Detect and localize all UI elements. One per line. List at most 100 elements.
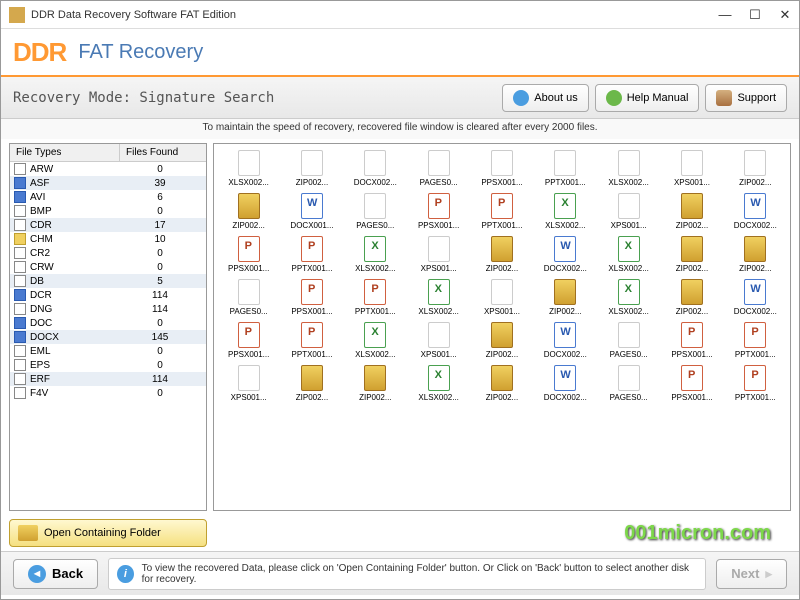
file-item[interactable]: XLSX002... xyxy=(218,148,279,189)
file-item[interactable]: PPTX001... xyxy=(281,234,342,275)
file-type-row[interactable]: BMP0 xyxy=(10,204,206,218)
file-icon xyxy=(554,279,576,305)
file-type-row[interactable]: DOCX145 xyxy=(10,330,206,344)
file-item[interactable]: DOCX001... xyxy=(281,191,342,232)
file-type-name: CRW xyxy=(30,262,118,273)
file-item[interactable]: XLSX002... xyxy=(408,363,469,404)
file-type-row[interactable]: CHM10 xyxy=(10,232,206,246)
file-item[interactable]: PPSX001... xyxy=(218,320,279,361)
file-type-row[interactable]: EML0 xyxy=(10,344,206,358)
file-item[interactable]: ZIP002... xyxy=(471,234,532,275)
file-item[interactable]: PPTX001... xyxy=(281,320,342,361)
file-type-row[interactable]: DNG114 xyxy=(10,302,206,316)
file-item[interactable]: XLSX002... xyxy=(408,277,469,318)
file-item[interactable]: XPS001... xyxy=(408,320,469,361)
file-label: XLSX002... xyxy=(608,264,648,273)
file-type-row[interactable]: ARW0 xyxy=(10,162,206,176)
file-item[interactable]: DOCX002... xyxy=(725,277,786,318)
file-item[interactable]: DOCX002... xyxy=(535,363,596,404)
file-types-list[interactable]: ARW0ASF39AVI6BMP0CDR17CHM10CR20CRW0DB5DC… xyxy=(10,162,206,510)
file-type-count: 10 xyxy=(118,234,202,245)
back-button[interactable]: ◄ Back xyxy=(13,559,98,589)
file-type-row[interactable]: ERF114 xyxy=(10,372,206,386)
file-label: XLSX002... xyxy=(355,350,395,359)
file-item[interactable]: PAGES0... xyxy=(218,277,279,318)
file-item[interactable]: PAGES0... xyxy=(598,320,659,361)
file-type-row[interactable]: DB5 xyxy=(10,274,206,288)
file-item[interactable]: DOCX002... xyxy=(725,191,786,232)
file-type-row[interactable]: EPS0 xyxy=(10,358,206,372)
file-item[interactable]: XLSX002... xyxy=(345,320,406,361)
file-item[interactable]: XLSX002... xyxy=(598,148,659,189)
file-item[interactable]: XLSX002... xyxy=(598,277,659,318)
file-item[interactable]: PPSX001... xyxy=(281,277,342,318)
file-icon xyxy=(744,322,766,348)
help-button[interactable]: Help Manual xyxy=(595,84,700,112)
file-type-row[interactable]: AVI6 xyxy=(10,190,206,204)
file-type-row[interactable]: F4V0 xyxy=(10,386,206,400)
file-item[interactable]: PPSX001... xyxy=(408,191,469,232)
file-item[interactable]: ZIP002... xyxy=(471,320,532,361)
file-item[interactable]: ZIP002... xyxy=(661,234,722,275)
file-item[interactable]: XPS001... xyxy=(218,363,279,404)
file-item[interactable]: XLSX002... xyxy=(598,234,659,275)
file-item[interactable]: DOCX002... xyxy=(535,234,596,275)
about-button[interactable]: About us xyxy=(502,84,588,112)
file-item[interactable]: XLSX002... xyxy=(345,234,406,275)
file-item[interactable]: PPTX001... xyxy=(471,191,532,232)
file-item[interactable]: PPSX001... xyxy=(661,363,722,404)
maximize-button[interactable]: ☐ xyxy=(749,9,761,21)
file-icon xyxy=(491,279,513,305)
file-icon xyxy=(554,236,576,262)
file-item[interactable]: ZIP002... xyxy=(725,234,786,275)
file-item[interactable]: PPTX001... xyxy=(535,148,596,189)
file-item[interactable]: PPSX001... xyxy=(661,320,722,361)
file-type-row[interactable]: DOC0 xyxy=(10,316,206,330)
support-button[interactable]: Support xyxy=(705,84,787,112)
file-item[interactable]: XPS001... xyxy=(471,277,532,318)
minimize-button[interactable]: — xyxy=(719,9,731,21)
file-item[interactable]: ZIP002... xyxy=(725,148,786,189)
file-item[interactable]: PAGES0... xyxy=(345,191,406,232)
file-item[interactable]: ZIP002... xyxy=(345,363,406,404)
open-folder-button[interactable]: Open Containing Folder xyxy=(9,519,207,547)
file-type-row[interactable]: ASF39 xyxy=(10,176,206,190)
close-button[interactable]: ✕ xyxy=(779,9,791,21)
files-panel[interactable]: XLSX002...ZIP002...DOCX002...PAGES0...PP… xyxy=(213,143,791,511)
file-item[interactable]: ZIP002... xyxy=(535,277,596,318)
about-label: About us xyxy=(534,92,577,104)
file-item[interactable]: DOCX002... xyxy=(535,320,596,361)
file-item[interactable]: XPS001... xyxy=(661,148,722,189)
file-type-row[interactable]: DCR114 xyxy=(10,288,206,302)
file-grid: XLSX002...ZIP002...DOCX002...PAGES0...PP… xyxy=(214,144,790,408)
next-button[interactable]: Next ▸ xyxy=(716,559,787,589)
col-found: Files Found xyxy=(120,144,206,161)
file-item[interactable]: ZIP002... xyxy=(661,277,722,318)
file-type-icon xyxy=(14,233,26,245)
file-icon xyxy=(744,150,766,176)
file-item[interactable]: PPTX001... xyxy=(725,363,786,404)
file-item[interactable]: ZIP002... xyxy=(281,148,342,189)
file-icon xyxy=(238,236,260,262)
file-item[interactable]: PPSX001... xyxy=(218,234,279,275)
file-type-row[interactable]: CRW0 xyxy=(10,260,206,274)
file-item[interactable]: DOCX002... xyxy=(345,148,406,189)
file-type-row[interactable]: CDR17 xyxy=(10,218,206,232)
file-item[interactable]: XPS001... xyxy=(598,191,659,232)
file-item[interactable]: ZIP002... xyxy=(661,191,722,232)
file-item[interactable]: ZIP002... xyxy=(281,363,342,404)
file-label: ZIP002... xyxy=(676,307,708,316)
file-item[interactable]: XPS001... xyxy=(408,234,469,275)
file-item[interactable]: PPSX001... xyxy=(471,148,532,189)
file-item[interactable]: ZIP002... xyxy=(471,363,532,404)
file-item[interactable]: ZIP002... xyxy=(218,191,279,232)
recovery-mode-label: Recovery Mode: Signature Search xyxy=(13,90,496,106)
file-item[interactable]: PPTX001... xyxy=(345,277,406,318)
file-item[interactable]: PAGES0... xyxy=(598,363,659,404)
file-type-row[interactable]: CR20 xyxy=(10,246,206,260)
file-item[interactable]: XLSX002... xyxy=(535,191,596,232)
file-item[interactable]: PPTX001... xyxy=(725,320,786,361)
file-icon xyxy=(428,150,450,176)
file-item[interactable]: PAGES0... xyxy=(408,148,469,189)
file-type-icon xyxy=(14,331,26,343)
